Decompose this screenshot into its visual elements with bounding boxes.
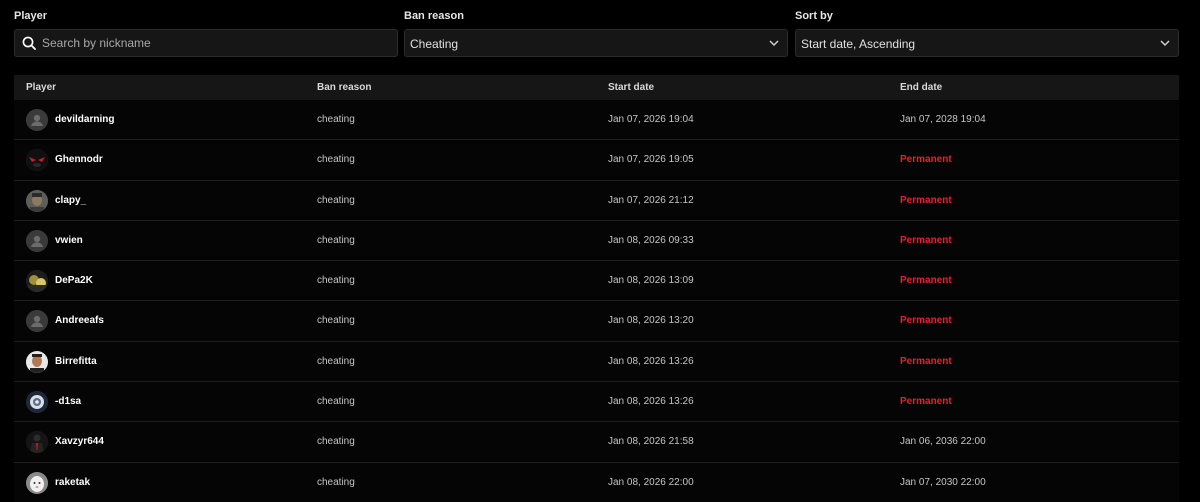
start-date-cell: Jan 08, 2026 13:26 [608, 355, 694, 367]
ban-reason-filter-label: Ban reason [404, 10, 464, 22]
ban-reason-cell: cheating [317, 396, 355, 408]
ban-reason-cell: cheating [317, 275, 355, 287]
ban-reason-select[interactable]: Cheating [404, 29, 788, 57]
player-nickname[interactable]: Ghennodr [55, 154, 103, 165]
start-date-cell: Jan 07, 2026 21:12 [608, 194, 694, 206]
table-row[interactable]: Ghennodr cheating Jan 07, 2026 19:05 Perman… [14, 140, 1179, 181]
player-nickname[interactable]: -d1sa [55, 396, 81, 407]
avatar[interactable] [26, 391, 48, 414]
sort-by-filter-label: Sort by [795, 10, 833, 22]
player-nickname[interactable]: Xavzyr644 [55, 436, 104, 447]
permanent-badge: Permanent [900, 154, 952, 166]
chevron-down-icon [1160, 40, 1170, 47]
start-date-cell: Jan 08, 2026 22:00 [608, 476, 694, 488]
search-input[interactable] [42, 30, 392, 56]
ban-reason-select-value: Cheating [410, 37, 459, 51]
user-icon[interactable] [26, 229, 48, 252]
end-date-cell: Jan 07, 2028 19:04 [900, 114, 986, 125]
avatar[interactable] [26, 189, 48, 212]
search-box[interactable] [14, 29, 398, 57]
avatar[interactable] [26, 350, 48, 373]
table-body: devildarning cheating Jan 07, 2026 19:04 Ja… [14, 100, 1179, 502]
player-nickname[interactable]: DePa2K [55, 275, 93, 286]
end-date-cell: Jan 06, 2036 22:00 [900, 436, 986, 448]
end-date-cell: Jan 07, 2030 22:00 [900, 476, 986, 488]
player-nickname[interactable]: Andreeafs [55, 315, 104, 326]
player-nickname[interactable]: clapy_ [55, 195, 86, 206]
user-icon[interactable] [26, 310, 48, 333]
permanent-badge: Permanent [900, 275, 952, 287]
table-row[interactable]: devildarning cheating Jan 07, 2026 19:04 Ja… [14, 100, 1179, 141]
filter-bar: Player Ban reason Cheating Sort by Start… [14, 0, 1179, 58]
header-start-date[interactable]: Start date [608, 82, 654, 93]
permanent-badge: Permanent [900, 194, 952, 206]
header-ban-reason[interactable]: Ban reason [317, 82, 371, 93]
table-row[interactable]: -d1sa cheating Jan 08, 2026 13:26 Permanent [14, 382, 1179, 423]
ban-reason-cell: cheating [317, 436, 355, 448]
avatar[interactable] [26, 431, 48, 454]
permanent-badge: Permanent [900, 234, 952, 246]
sort-by-select[interactable]: Start date, Ascending [795, 29, 1179, 57]
table-row[interactable]: raketak cheating Jan 08, 2026 22:00 Jan 07,… [14, 462, 1179, 502]
user-icon[interactable] [26, 109, 48, 131]
sort-by-select-value: Start date, Ascending [801, 37, 916, 51]
avatar[interactable] [26, 471, 48, 494]
permanent-badge: Permanent [900, 315, 952, 327]
ban-reason-cell: cheating [317, 234, 355, 246]
player-nickname[interactable]: vwien [55, 235, 83, 246]
player-nickname[interactable]: Birrefitta [55, 356, 97, 367]
ban-reason-cell: cheating [317, 194, 355, 206]
player-nickname[interactable]: raketak [55, 477, 90, 488]
ban-reason-cell: cheating [317, 154, 355, 166]
start-date-cell: Jan 07, 2026 19:04 [608, 114, 694, 125]
search-icon [22, 36, 36, 50]
start-date-cell: Jan 07, 2026 19:05 [608, 154, 694, 166]
table-row[interactable]: Andreeafs cheating Jan 08, 2026 13:20 Perma… [14, 301, 1179, 342]
avatar[interactable] [26, 270, 48, 293]
ban-reason-cell: cheating [317, 476, 355, 488]
ban-reason-cell: cheating [317, 315, 355, 327]
header-player[interactable]: Player [26, 82, 56, 93]
permanent-badge: Permanent [900, 355, 952, 367]
chevron-down-icon [769, 40, 779, 47]
header-end-date[interactable]: End date [900, 82, 942, 93]
table-row[interactable]: vwien cheating Jan 08, 2026 09:33 Permanent [14, 220, 1179, 262]
player-nickname[interactable]: devildarning [55, 114, 114, 125]
table-row[interactable]: Xavzyr644 cheating Jan 08, 2026 21:58 Jan 0… [14, 422, 1179, 463]
player-filter-label: Player [14, 10, 48, 22]
table-row[interactable]: Birrefitta cheating Jan 08, 2026 13:26 Perm… [14, 341, 1179, 383]
permanent-badge: Permanent [900, 396, 952, 408]
start-date-cell: Jan 08, 2026 21:58 [608, 436, 694, 448]
ban-reason-cell: cheating [317, 355, 355, 367]
start-date-cell: Jan 08, 2026 13:26 [608, 396, 694, 408]
table-row[interactable]: DePa2K cheating Jan 08, 2026 13:09 Permanen… [14, 261, 1179, 302]
table-row[interactable]: clapy_ cheating Jan 07, 2026 21:12 Permanen… [14, 180, 1179, 221]
bans-table: Player Ban reason Start date End date de… [14, 75, 1179, 502]
table-header: Player Ban reason Start date End date [14, 75, 1179, 100]
avatar[interactable] [26, 149, 48, 172]
start-date-cell: Jan 08, 2026 13:09 [608, 275, 694, 287]
start-date-cell: Jan 08, 2026 13:20 [608, 315, 694, 327]
start-date-cell: Jan 08, 2026 09:33 [608, 234, 694, 246]
ban-reason-cell: cheating [317, 114, 355, 125]
